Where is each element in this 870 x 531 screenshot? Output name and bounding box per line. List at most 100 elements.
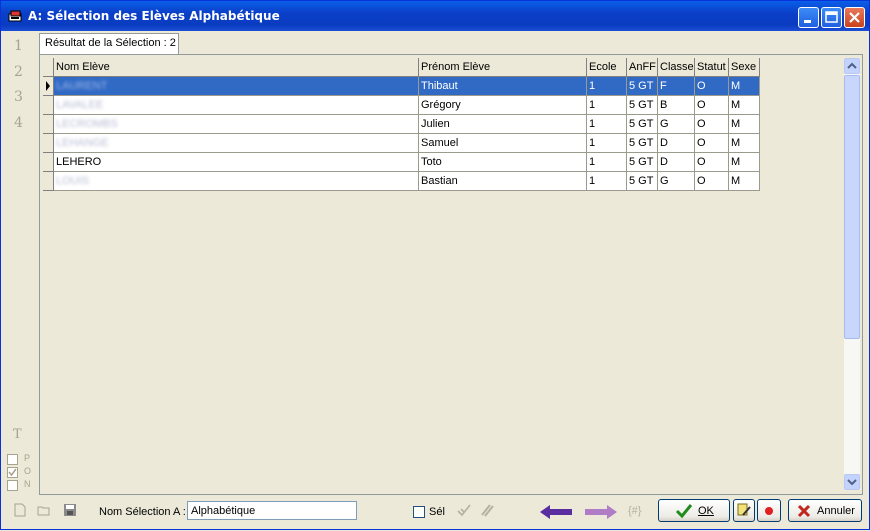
- results-grid: Nom Elève Prénom Elève Ecole AnFF Classe…: [43, 58, 844, 490]
- arrow-right-icon[interactable]: [584, 504, 617, 520]
- cell-statut[interactable]: O: [695, 172, 729, 191]
- scroll-thumb[interactable]: [844, 75, 860, 339]
- cell-statut[interactable]: O: [695, 96, 729, 115]
- cell-sexe[interactable]: M: [729, 153, 760, 172]
- cell-ecole[interactable]: 1: [587, 96, 627, 115]
- cell-statut[interactable]: O: [695, 153, 729, 172]
- hash-label[interactable]: {#}: [628, 505, 641, 517]
- row-indicator[interactable]: [43, 115, 54, 134]
- cell-prenom[interactable]: Julien: [419, 115, 587, 134]
- cell-text-anff: 5 GT: [629, 118, 654, 130]
- col-header-statut[interactable]: Statut: [695, 58, 729, 77]
- title-bar[interactable]: A: Sélection des Elèves Alphabétique: [1, 1, 869, 31]
- row-current-indicator[interactable]: [43, 77, 54, 96]
- chevron-down-icon: [847, 479, 857, 486]
- row-indicator[interactable]: [43, 96, 54, 115]
- cell-statut[interactable]: O: [695, 115, 729, 134]
- cell-classe[interactable]: D: [658, 153, 695, 172]
- cell-prenom[interactable]: Toto: [419, 153, 587, 172]
- record-button[interactable]: [757, 499, 781, 522]
- checkbox-p[interactable]: [7, 454, 18, 465]
- cell-prenom[interactable]: Samuel: [419, 134, 587, 153]
- cell-nom[interactable]: LOUIS: [54, 172, 419, 191]
- cell-prenom[interactable]: Bastian: [419, 172, 587, 191]
- col-header-anff[interactable]: AnFF: [627, 58, 658, 77]
- cell-sexe[interactable]: M: [729, 96, 760, 115]
- cell-classe[interactable]: G: [658, 172, 695, 191]
- left-number-4[interactable]: 4: [14, 115, 23, 131]
- edit-button[interactable]: [733, 499, 755, 522]
- checkbox-o[interactable]: [7, 467, 18, 478]
- uncheck-all-icon[interactable]: [479, 502, 495, 518]
- tab-label: Résultat de la Sélection : 2: [45, 37, 176, 49]
- cell-nom[interactable]: LAURENT: [54, 77, 419, 96]
- nom-selection-input[interactable]: Alphabétique: [187, 501, 357, 520]
- cell-classe[interactable]: F: [658, 77, 695, 96]
- cell-anff[interactable]: 5 GT: [627, 77, 658, 96]
- col-header-classe[interactable]: Classe: [658, 58, 695, 77]
- cell-ecole[interactable]: 1: [587, 115, 627, 134]
- cell-anff[interactable]: 5 GT: [627, 115, 658, 134]
- cell-statut[interactable]: O: [695, 134, 729, 153]
- cell-nom[interactable]: LECROMBS: [54, 115, 419, 134]
- cell-ecole[interactable]: 1: [587, 172, 627, 191]
- checkmark-icon: [675, 504, 693, 519]
- check-all-icon[interactable]: [456, 502, 472, 518]
- row-indicator[interactable]: [43, 153, 54, 172]
- cell-nom[interactable]: LEHERO: [54, 153, 419, 172]
- cell-anff[interactable]: 5 GT: [627, 172, 658, 191]
- annuler-button[interactable]: Annuler: [788, 499, 862, 522]
- cell-anff[interactable]: 5 GT: [627, 153, 658, 172]
- arrow-left-icon[interactable]: [540, 504, 573, 520]
- header-indicator: [43, 58, 54, 77]
- left-number-1[interactable]: 1: [14, 38, 23, 54]
- cell-nom[interactable]: LEHANGE: [54, 134, 419, 153]
- cell-classe[interactable]: B: [658, 96, 695, 115]
- cell-anff[interactable]: 5 GT: [627, 134, 658, 153]
- cell-classe[interactable]: G: [658, 115, 695, 134]
- close-button[interactable]: [844, 7, 865, 28]
- cell-text-nom: LOUIS: [56, 175, 90, 187]
- open-folder-icon[interactable]: [37, 503, 51, 517]
- scroll-up-button[interactable]: [844, 58, 860, 74]
- cell-text-nom: LEHERO: [56, 156, 102, 168]
- left-number-2[interactable]: 2: [14, 64, 23, 80]
- cell-sexe[interactable]: M: [729, 77, 760, 96]
- vertical-scrollbar[interactable]: [844, 58, 860, 490]
- cell-text-ecole: 1: [589, 175, 596, 187]
- cell-nom[interactable]: LAVALEE: [54, 96, 419, 115]
- cell-text-prenom: Thibaut: [421, 80, 458, 92]
- cell-anff[interactable]: 5 GT: [627, 96, 658, 115]
- cell-prenom[interactable]: Grégory: [419, 96, 587, 115]
- cell-text-prenom: Samuel: [421, 137, 459, 149]
- main-window: A: Sélection des Elèves Alphabétique 1 2…: [0, 0, 870, 530]
- cell-text-classe: G: [660, 175, 669, 187]
- new-file-icon[interactable]: [13, 503, 27, 517]
- col-header-prenom[interactable]: Prénom Elève: [419, 58, 587, 77]
- maximize-button[interactable]: [821, 7, 842, 28]
- row-indicator[interactable]: [43, 134, 54, 153]
- cell-ecole[interactable]: 1: [587, 134, 627, 153]
- cell-sexe[interactable]: M: [729, 115, 760, 134]
- col-header-ecole[interactable]: Ecole: [587, 58, 627, 77]
- col-header-nom[interactable]: Nom Elève: [54, 58, 419, 77]
- text-tool-icon[interactable]: T: [13, 427, 22, 442]
- edit-pencil-icon: [737, 503, 751, 516]
- cell-statut[interactable]: O: [695, 77, 729, 96]
- cell-sexe[interactable]: M: [729, 134, 760, 153]
- save-icon[interactable]: [63, 503, 77, 517]
- scroll-down-button[interactable]: [844, 474, 860, 490]
- left-number-3[interactable]: 3: [14, 89, 23, 105]
- checkbox-n[interactable]: [7, 480, 18, 491]
- col-header-sexe[interactable]: Sexe: [729, 58, 760, 77]
- row-indicator[interactable]: [43, 172, 54, 191]
- cell-ecole[interactable]: 1: [587, 77, 627, 96]
- cell-classe[interactable]: D: [658, 134, 695, 153]
- minimize-button[interactable]: [798, 7, 819, 28]
- cell-ecole[interactable]: 1: [587, 153, 627, 172]
- ok-button[interactable]: OK: [658, 499, 730, 522]
- cell-sexe[interactable]: M: [729, 172, 760, 191]
- tab-resultat-selection[interactable]: Résultat de la Sélection : 2: [39, 33, 179, 55]
- cell-prenom[interactable]: Thibaut: [419, 77, 587, 96]
- sel-checkbox[interactable]: [413, 506, 425, 518]
